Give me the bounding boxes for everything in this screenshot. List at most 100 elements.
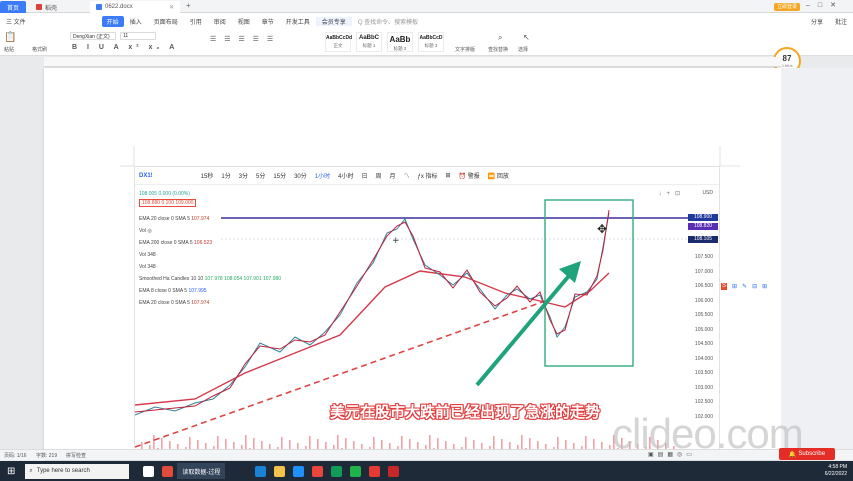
highlight-box [544,199,634,367]
y-axis-label: 104.500 [694,341,713,347]
y-axis-label: 103.000 [694,385,713,391]
menu-page-layout[interactable]: 页面布局 [148,17,184,26]
style-heading3-label: 标题 3 [424,43,438,48]
menu-section[interactable]: 章节 [256,17,280,26]
style-heading1[interactable]: AaBbC 标题 1 [356,32,382,52]
style-heading1-sample: AaBbC [358,35,379,41]
app-icon-orange[interactable] [312,465,324,477]
speed-value: 87 [782,54,792,63]
paste-icon[interactable]: 📋 [4,32,16,43]
view-mode-icons[interactable]: ▣▤▦◎▭ [648,451,696,458]
spell-check[interactable]: 拼写检查 [66,452,86,459]
style-normal[interactable]: AaBbCcDd 正文 [325,32,353,52]
menu-insert[interactable]: 插入 [124,17,148,26]
tab-document[interactable]: 0622.docx ✕ [90,1,180,13]
taskbar-app-wps-label: 读取数据-过程 [182,469,221,476]
sogou-icon[interactable]: S [721,283,728,290]
new-tab-icon[interactable]: + [186,1,191,10]
style-normal-label: 正文 [333,43,343,48]
right-side-panel: S ⊞ ✎ ⊟ ⊞ [721,68,853,460]
price-tag-current: 108.105 [688,236,718,243]
menu-home[interactable]: 开始 [101,15,124,27]
comment-button[interactable]: 批注 [829,17,853,26]
clock-date: 6/22/2022 [824,471,847,477]
store-icon[interactable] [293,465,305,477]
ema-slow-line [135,270,610,406]
tab-docer-label: 稻壳 [45,5,58,12]
docer-icon [36,4,42,10]
select-button[interactable]: 选择 [518,46,528,53]
taskbar-search[interactable]: ⌕ Type here to search [25,463,130,479]
title-bar: 首页 稻壳 0622.docx ✕ + 立即登录 –□✕ [0,0,853,13]
tab-home[interactable]: 首页 [0,1,26,13]
y-axis-label: 105.000 [694,327,713,333]
page-count: 页码: 1/16 [4,453,27,459]
wps-icon[interactable] [388,465,400,477]
menu-member[interactable]: 会员专享 [315,16,352,26]
find-replace-button[interactable]: 查找替换 [488,46,508,53]
format-painter-label[interactable]: 格式刷 [32,46,47,53]
window-controls[interactable]: –□✕ [806,1,844,9]
task-view-icon[interactable] [143,465,155,477]
style-heading2[interactable]: AaBb 标题 2 [387,32,413,52]
font-name-select[interactable]: DengXian (正文) [70,32,116,40]
app-icon-green[interactable] [350,465,362,477]
word-doc-icon [96,4,102,10]
edge-icon[interactable] [255,465,267,477]
ribbon-toolbar: 📋 粘贴 格式刷 DengXian (正文) 11 B I U A x² x₂ … [0,29,853,56]
arrow-head [559,261,581,283]
paragraph-buttons[interactable]: ☰ ☰ ☰ ☰ ☰ [210,35,276,43]
search-icon: ⌕ [29,467,33,474]
subscribe-button[interactable]: 🔔 Subscribe [779,448,835,460]
video-caption: 美元在股市大跌前已经出现了急涨的走势 [330,404,601,421]
price-tag-middle: 108.820 [688,223,718,230]
find-icon[interactable]: ⌕ [498,33,502,43]
status-bar: 页码: 1/16 字数: 219 拼写检查 ▣▤▦◎▭ [0,449,853,460]
word-count: 字数: 219 [36,453,58,459]
y-axis-label: 106.000 [694,298,713,304]
tab-document-label: 0622.docx [105,4,133,10]
style-normal-sample: AaBbCcDd [326,35,353,41]
style-heading1-label: 标题 1 [362,43,376,48]
text-format-buttons[interactable]: B I U A x² x₂ A [72,44,178,51]
mouse-cursor-icon: ✥ [597,222,607,236]
crosshair-icon: + [392,236,400,246]
menu-review[interactable]: 审阅 [208,17,232,26]
style-heading2-sample: AaBb [389,35,411,44]
paste-label: 粘贴 [4,47,15,53]
menu-bar: 三 文件 开始 插入 页面布局 引用 审阅 视图 章节 开发工具 会员专享 Q … [0,13,853,29]
windows-start-icon[interactable]: ⊞ [7,466,15,477]
clock-time: 4:58 PM [828,464,847,470]
taskbar-clock[interactable]: 4:58 PM 6/22/2022 [825,464,853,478]
y-axis-label: 105.500 [694,312,713,318]
menu-developer[interactable]: 开发工具 [280,17,316,26]
command-search[interactable]: Q 查找命令、搜索模板 [352,17,424,26]
y-axis-label: 107.000 [694,269,713,275]
app-icon-red-b[interactable] [369,465,381,477]
bell-icon: 🔔 [788,451,797,458]
folder-icon[interactable] [274,465,286,477]
select-cursor-icon[interactable]: ↖ [523,33,530,42]
y-axis-label: 106.500 [694,283,713,289]
text-tools-button[interactable]: 文字排版 [455,46,475,53]
tab-docer[interactable]: 稻壳 [30,1,84,13]
y-axis-label: 103.500 [694,370,713,376]
style-heading2-label: 标题 2 [393,46,407,51]
taskbar-app-wps[interactable]: 读取数据-过程 [177,463,226,479]
taskbar-search-placeholder: Type here to search [36,468,90,474]
dashed-trendline [135,300,546,448]
y-axis-label: 104.000 [694,356,713,362]
horizontal-ruler[interactable] [44,57,782,67]
app-icon-red[interactable] [162,465,174,477]
menu-file[interactable]: 三 文件 [0,17,32,26]
font-size-select[interactable]: 11 [120,32,156,40]
close-tab-icon[interactable]: ✕ [169,4,174,11]
style-heading3[interactable]: AaBbCcD 标题 3 [418,32,444,52]
chrome-icon[interactable] [331,465,343,477]
y-axis-label: 102.500 [694,399,713,405]
menu-references[interactable]: 引用 [184,17,208,26]
share-button[interactable]: 分享 [805,17,829,26]
login-button[interactable]: 立即登录 [774,3,800,11]
floating-mini-toolbar[interactable]: S ⊞ ✎ ⊟ ⊞ [721,283,777,290]
menu-view[interactable]: 视图 [232,17,256,26]
